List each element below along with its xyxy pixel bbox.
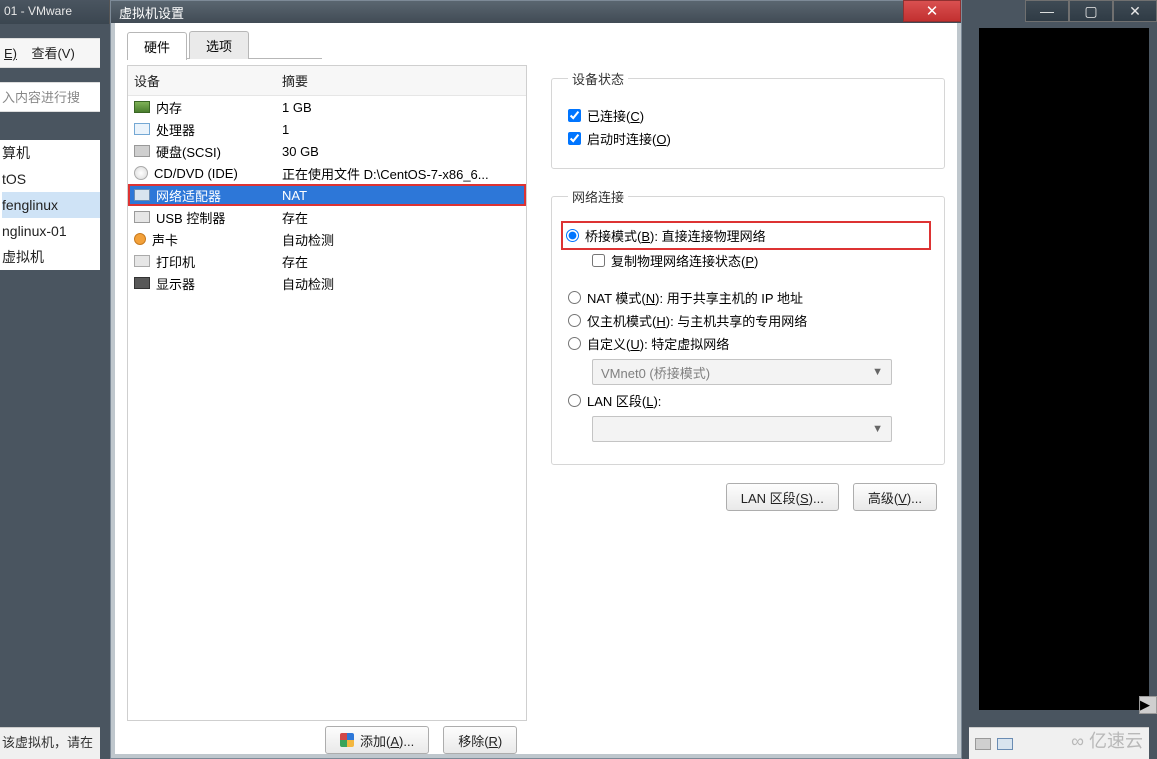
dialog-tabs: 硬件 选项: [127, 31, 957, 59]
parent-window-controls: — ▢ ✕: [1025, 0, 1157, 22]
tab-hardware[interactable]: 硬件: [127, 32, 187, 60]
device-row-network[interactable]: 网络适配器 NAT: [128, 184, 526, 206]
display-icon: [134, 277, 150, 289]
radio-nat-input[interactable]: [568, 291, 581, 304]
status-bar-left: 该虚拟机，请在: [0, 727, 100, 759]
cd-icon: [134, 166, 148, 180]
printer-icon: [134, 255, 150, 267]
cpu-icon: [134, 123, 150, 135]
network-connection-legend: 网络连接: [568, 187, 628, 206]
radio-bridged[interactable]: 桥接模式(B): 直接连接物理网络: [564, 224, 928, 247]
header-device: 设备: [128, 66, 276, 95]
checkbox-replicate-physical-input[interactable]: [592, 254, 605, 267]
network-icon: [134, 189, 150, 201]
custom-vmnet-select: VMnet0 (桥接模式) ▼: [592, 359, 892, 385]
chevron-down-icon: ▼: [872, 366, 883, 378]
device-status-legend: 设备状态: [568, 69, 628, 88]
net-icon: [997, 738, 1013, 750]
device-list-header: 设备 摘要: [128, 66, 526, 96]
vm-settings-dialog: 虚拟机设置 ✕ 硬件 选项 设备 摘要 内存 1 GB: [110, 0, 962, 759]
radio-host-only[interactable]: 仅主机模式(H): 与主机共享的专用网络: [568, 311, 928, 330]
radio-host-only-input[interactable]: [568, 314, 581, 327]
tree-item[interactable]: nglinux-01: [2, 218, 100, 244]
device-row-cpu[interactable]: 处理器 1: [128, 118, 526, 140]
chevron-down-icon: ▼: [872, 423, 883, 435]
radio-lan-segment-input[interactable]: [568, 394, 581, 407]
device-row-disk[interactable]: 硬盘(SCSI) 30 GB: [128, 140, 526, 162]
advanced-button[interactable]: 高级(V)...: [853, 483, 937, 511]
radio-lan-segment[interactable]: LAN 区段(L):: [568, 391, 928, 410]
device-row-usb[interactable]: USB 控制器 存在: [128, 206, 526, 228]
add-device-button[interactable]: 添加(A)...: [325, 726, 429, 754]
device-row-printer[interactable]: 打印机 存在: [128, 250, 526, 272]
checkbox-connected-input[interactable]: [568, 109, 581, 122]
parent-window-title: 01 - VMware: [0, 0, 110, 24]
tab-options[interactable]: 选项: [189, 31, 249, 59]
radio-custom[interactable]: 自定义(U): 特定虚拟网络: [568, 334, 928, 353]
device-row-memory[interactable]: 内存 1 GB: [128, 96, 526, 118]
usb-icon: [134, 211, 150, 223]
maximize-button[interactable]: ▢: [1069, 0, 1113, 22]
remove-device-button[interactable]: 移除(R): [443, 726, 517, 754]
network-connection-group: 网络连接 桥接模式(B): 直接连接物理网络 复制物理网络连接状态(P) NAT…: [551, 187, 945, 465]
device-row-sound[interactable]: 声卡 自动检测: [128, 228, 526, 250]
header-summary: 摘要: [276, 66, 526, 95]
device-status-group: 设备状态 已连接(C) 启动时连接(O): [551, 69, 945, 169]
search-input[interactable]: 入内容进行搜: [0, 82, 100, 112]
checkbox-connect-at-power-on[interactable]: 启动时连接(O): [568, 129, 928, 148]
sound-icon: [134, 233, 146, 245]
memory-icon: [134, 101, 150, 113]
tree-item[interactable]: 虚拟机: [2, 244, 100, 270]
disk-icon: [975, 738, 991, 750]
tree-item[interactable]: 算机: [2, 140, 100, 166]
custom-vmnet-value: VMnet0 (桥接模式): [601, 363, 710, 382]
checkbox-replicate-physical[interactable]: 复制物理网络连接状态(P): [592, 251, 928, 270]
checkbox-connected[interactable]: 已连接(C): [568, 106, 928, 125]
vm-console-area: ▶: [979, 28, 1149, 710]
device-row-cdrom[interactable]: CD/DVD (IDE) 正在使用文件 D:\CentOS-7-x86_6...: [128, 162, 526, 184]
parent-close-button[interactable]: ✕: [1113, 0, 1157, 22]
menu-view[interactable]: 查看(V): [31, 46, 74, 61]
disk-icon: [134, 145, 150, 157]
minimize-button[interactable]: —: [1025, 0, 1069, 22]
radio-nat[interactable]: NAT 模式(N): 用于共享主机的 IP 地址: [568, 288, 928, 307]
watermark: ∞ 亿速云: [1071, 727, 1143, 753]
device-row-display[interactable]: 显示器 自动检测: [128, 272, 526, 294]
lan-segment-select: ▼: [592, 416, 892, 442]
device-list[interactable]: 设备 摘要 内存 1 GB 处理器 1 硬盘(SCSI) 30 GB: [127, 65, 527, 721]
checkbox-connect-at-power-on-input[interactable]: [568, 132, 581, 145]
dialog-title: 虚拟机设置: [119, 3, 184, 22]
parent-menu-bar[interactable]: E) 查看(V): [0, 38, 100, 68]
dialog-close-button[interactable]: ✕: [903, 0, 961, 22]
tree-item[interactable]: tOS: [2, 166, 100, 192]
menu-edit[interactable]: E): [4, 46, 17, 61]
uac-shield-icon: [340, 733, 354, 747]
radio-custom-input[interactable]: [568, 337, 581, 350]
radio-bridged-input[interactable]: [566, 229, 579, 242]
scroll-corner[interactable]: ▶: [1139, 696, 1157, 714]
vm-tree[interactable]: 算机 tOS fenglinux nglinux-01 虚拟机: [0, 140, 100, 270]
tree-item[interactable]: fenglinux: [2, 192, 100, 218]
lan-segments-button[interactable]: LAN 区段(S)...: [726, 483, 839, 511]
dialog-titlebar[interactable]: 虚拟机设置 ✕: [111, 1, 961, 23]
